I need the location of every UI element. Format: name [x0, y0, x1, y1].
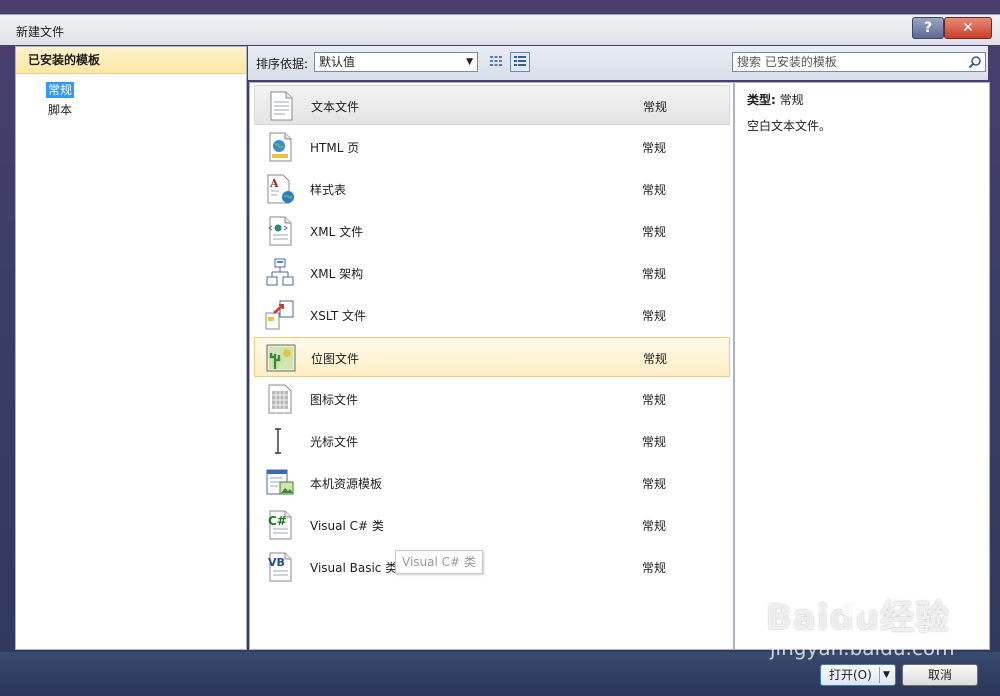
template-name: 图标文件: [310, 393, 359, 407]
detail-panel: 类型: 常规 空白文本文件。: [734, 82, 990, 650]
icon-file-icon: [268, 384, 292, 414]
template-tree-panel: 已安装的模板 常规 脚本: [15, 46, 247, 650]
dialog-window: 新建文件 ? ✕ 已安装的模板 常规 脚本 排序依据: 默认值 ▼ 搜索 已安装…: [0, 0, 1000, 696]
watermark-url: jingyan.baidu.com: [770, 636, 955, 660]
sort-label: 排序依据:: [256, 57, 309, 71]
template-category: 常规: [642, 519, 667, 533]
tree-item-general[interactable]: 常规: [46, 80, 246, 100]
list-view-icon: [514, 56, 526, 66]
template-row-vb-class[interactable]: VB Visual Basic 类 常规: [254, 547, 730, 587]
template-row-xml-schema[interactable]: XML 架构 常规: [254, 253, 730, 293]
detail-type-label: 类型:: [747, 93, 776, 107]
paw-icon: [838, 584, 866, 617]
xml-schema-icon: [266, 258, 294, 286]
detail-description: 空白文本文件。: [747, 119, 832, 133]
chevron-down-icon: ▼: [466, 57, 473, 67]
template-row-stylesheet[interactable]: A 样式表 常规: [254, 169, 730, 209]
xml-file-icon: [268, 216, 292, 246]
template-name: 文本文件: [311, 100, 360, 114]
template-category: 常规: [643, 352, 668, 366]
template-name: XML 文件: [310, 225, 364, 239]
svg-text:A: A: [269, 177, 279, 190]
open-button[interactable]: 打开(O) ▼: [820, 664, 896, 686]
sort-select[interactable]: 默认值 ▼: [314, 52, 478, 72]
details-view-button[interactable]: [510, 52, 530, 72]
search-input[interactable]: 搜索 已安装的模板: [732, 52, 986, 72]
template-name: 本机资源模板: [310, 477, 383, 491]
html-page-icon: [269, 132, 292, 162]
bitmap-file-icon: [266, 344, 296, 372]
template-name: 光标文件: [310, 435, 359, 449]
template-name: XSLT 文件: [310, 309, 367, 323]
search-icon[interactable]: [968, 55, 982, 69]
help-button[interactable]: ?: [912, 17, 944, 39]
template-category: 常规: [642, 561, 667, 575]
template-category: 常规: [642, 267, 667, 281]
template-category: 常规: [642, 141, 667, 155]
template-name: HTML 页: [310, 141, 360, 155]
template-category: 常规: [643, 100, 668, 114]
template-row-xml-file[interactable]: XML 文件 常规: [254, 211, 730, 251]
template-name: XML 架构: [310, 267, 364, 281]
chevron-down-icon[interactable]: ▼: [883, 665, 890, 685]
template-row-text-file[interactable]: 文本文件 常规: [254, 85, 730, 125]
window-title: 新建文件: [16, 25, 65, 39]
svg-text:C#: C#: [268, 514, 287, 528]
sort-value: 默认值: [319, 55, 356, 69]
svg-text:VB: VB: [268, 556, 285, 569]
stylesheet-icon: A: [267, 174, 294, 204]
template-row-cursor-file[interactable]: 光标文件 常规: [254, 421, 730, 461]
template-category: 常规: [642, 435, 667, 449]
template-category: 常规: [642, 309, 667, 323]
detail-type: 类型: 常规: [747, 91, 804, 108]
installed-templates-header[interactable]: 已安装的模板: [16, 47, 246, 74]
template-category: 常规: [642, 393, 667, 407]
text-file-icon: [270, 91, 293, 121]
open-button-label: 打开(O): [829, 668, 872, 682]
cursor-file-icon: [275, 428, 281, 454]
template-row-xslt-file[interactable]: XSLT 文件 常规: [254, 295, 730, 335]
template-name: 位图文件: [311, 352, 360, 366]
template-category: 常规: [642, 225, 667, 239]
close-button[interactable]: ✕: [944, 17, 992, 39]
template-name: Visual Basic 类: [310, 561, 398, 575]
xslt-file-icon: [265, 300, 294, 330]
template-tree: 常规 脚本: [16, 74, 246, 120]
small-icons-view-button[interactable]: [486, 52, 506, 72]
watermark: Baidu经验 jingyan.baidu.com: [766, 584, 955, 660]
template-list: 文本文件 常规 HTML 页 常规 A 样式表 常规 XML 文件 常规 XML…: [249, 82, 734, 650]
resource-template-icon: [266, 469, 294, 495]
tooltip: Visual C# 类: [395, 550, 483, 574]
csharp-class-icon: C#: [268, 510, 292, 540]
template-row-resource-template[interactable]: 本机资源模板 常规: [254, 463, 730, 503]
search-placeholder: 搜索 已安装的模板: [737, 55, 837, 69]
template-category: 常规: [642, 183, 667, 197]
detail-type-value: 常规: [779, 93, 804, 107]
template-row-icon-file[interactable]: 图标文件 常规: [254, 379, 730, 419]
title-bar: 新建文件 ? ✕: [0, 14, 1000, 45]
grid-view-icon: [490, 56, 502, 66]
template-row-html-page[interactable]: HTML 页 常规: [254, 127, 730, 167]
tree-item-script[interactable]: 脚本: [46, 100, 246, 120]
template-name: Visual C# 类: [310, 519, 384, 533]
template-row-bitmap-file[interactable]: 位图文件 常规: [254, 337, 730, 377]
vb-class-icon: VB: [268, 552, 292, 582]
toolbar: 排序依据: 默认值 ▼ 搜索 已安装的模板: [248, 46, 988, 80]
cancel-button[interactable]: 取消: [902, 664, 978, 686]
template-category: 常规: [642, 477, 667, 491]
template-name: 样式表: [310, 183, 347, 197]
template-row-csharp-class[interactable]: C# Visual C# 类 常规: [254, 505, 730, 545]
